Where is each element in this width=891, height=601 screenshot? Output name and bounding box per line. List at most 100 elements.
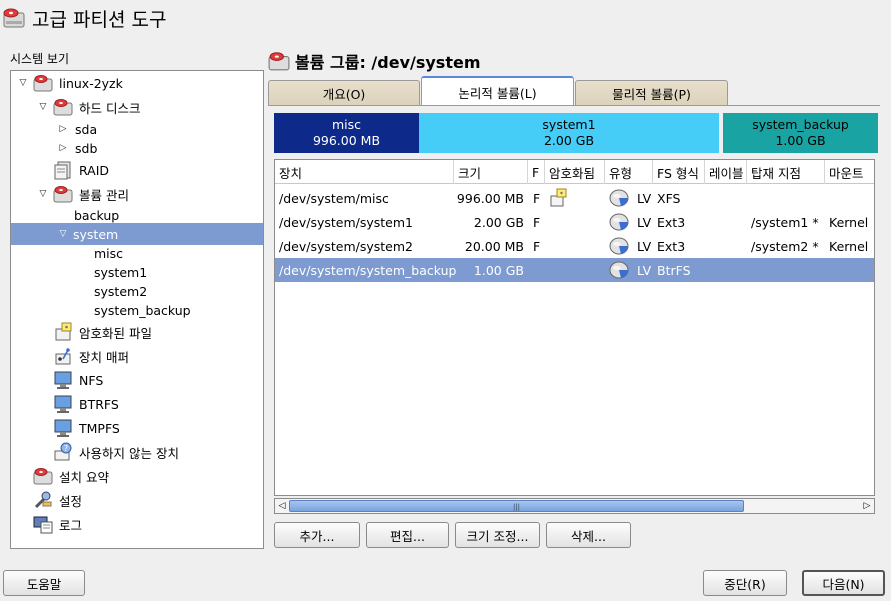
column-header-mount-by[interactable]: 마운트 bbox=[825, 160, 874, 184]
column-header-type[interactable]: 유형 bbox=[605, 160, 653, 184]
expanded-triangle-icon[interactable]: ▽ bbox=[37, 188, 49, 200]
tree-item-label: system2 bbox=[94, 283, 148, 299]
column-header-format[interactable]: F bbox=[528, 160, 545, 184]
cell-size: 1.00 GB bbox=[473, 262, 524, 278]
expanded-triangle-icon[interactable]: ▽ bbox=[37, 101, 49, 113]
tree-item-label: system1 bbox=[94, 264, 148, 280]
column-header-mount-point[interactable]: 탑재 지점 bbox=[747, 160, 825, 184]
table-row[interactable]: /dev/system/misc 996.00 MB F LV XFS bbox=[275, 186, 874, 210]
tree-item-label: 볼륨 관리 bbox=[79, 187, 129, 203]
cell-device: /dev/system/system_backup bbox=[279, 262, 457, 278]
tree-item-label: BTRFS bbox=[79, 396, 119, 412]
volume-segment-misc[interactable]: misc 996.00 MB bbox=[274, 113, 419, 153]
volume-segment-system-backup[interactable]: system_backup 1.00 GB bbox=[723, 113, 878, 153]
volume-segment-system1[interactable]: system1 2.00 GB bbox=[419, 113, 719, 153]
add-button[interactable]: 추가... bbox=[274, 522, 360, 548]
tab-overview[interactable]: 개요(O) bbox=[268, 80, 420, 106]
edit-button[interactable]: 편집... bbox=[366, 522, 449, 548]
scroll-left-icon[interactable]: ◁ bbox=[275, 499, 289, 513]
next-button[interactable]: 다음(N) bbox=[802, 570, 885, 596]
cell-fs-type: Ext3 bbox=[657, 238, 686, 254]
window-title-row: 고급 파티션 도구 bbox=[2, 4, 166, 32]
encrypted-lock-icon bbox=[550, 186, 568, 210]
collapsed-triangle-icon[interactable]: ▷ bbox=[57, 142, 69, 154]
system-view-tree[interactable]: ▽ linux-2yzk ▽ 하드 디스크 ▷ sda ▷ sdb RAID ▽… bbox=[10, 70, 264, 549]
cell-size: 996.00 MB bbox=[456, 190, 524, 206]
network-monitor-icon bbox=[53, 418, 73, 438]
cell-size: 20.00 MB bbox=[464, 238, 524, 254]
abort-button[interactable]: 중단(R) bbox=[703, 570, 787, 596]
expanded-triangle-icon[interactable]: ▽ bbox=[17, 77, 29, 89]
column-header-label[interactable]: 레이블 bbox=[705, 160, 747, 184]
tree-item-label: NFS bbox=[79, 372, 104, 388]
cell-format: F bbox=[533, 238, 541, 254]
collapsed-triangle-icon[interactable]: ▷ bbox=[57, 123, 69, 135]
cell-device: /dev/system/system1 bbox=[279, 214, 413, 230]
tree-item-encrypted-files[interactable]: 암호화된 파일 bbox=[53, 321, 152, 343]
settings-tools-icon bbox=[33, 490, 53, 510]
page-title-row: 볼륨 그룹: /dev/system bbox=[268, 48, 481, 74]
tree-item-label: 장치 매퍼 bbox=[79, 349, 129, 365]
column-header-fs-type[interactable]: FS 형식 bbox=[653, 160, 705, 184]
tree-item-hard-disks[interactable]: ▽ 하드 디스크 bbox=[37, 96, 140, 118]
delete-button[interactable]: 삭제... bbox=[546, 522, 631, 548]
tree-item-raid[interactable]: RAID bbox=[53, 159, 109, 181]
network-monitor-icon bbox=[53, 394, 73, 414]
volume-disk-icon bbox=[609, 210, 629, 234]
tree-item-label: sda bbox=[75, 121, 98, 137]
cell-fs-type: BtrFS bbox=[657, 262, 691, 278]
tree-item-volume-management[interactable]: ▽ 볼륨 관리 bbox=[37, 183, 129, 205]
column-header-device[interactable]: 장치 bbox=[275, 160, 454, 184]
column-header-size[interactable]: 크기 bbox=[454, 160, 528, 184]
cell-format: F bbox=[533, 214, 541, 230]
tree-item-label: 사용하지 않는 장치 bbox=[79, 445, 179, 461]
table-row[interactable]: /dev/system/system2 20.00 MB F LV Ext3 /… bbox=[275, 234, 874, 258]
tab-logical-volumes[interactable]: 논리적 볼륨(L) bbox=[421, 76, 574, 106]
segment-size: 2.00 GB bbox=[543, 133, 595, 148]
tree-item-label: 설치 요약 bbox=[59, 469, 109, 485]
window-title: 고급 파티션 도구 bbox=[32, 8, 167, 31]
resize-button[interactable]: 크기 조정... bbox=[455, 522, 540, 548]
hard-disk-icon bbox=[53, 97, 73, 117]
tree-item-label: backup bbox=[74, 207, 120, 223]
raid-icon bbox=[53, 160, 73, 180]
table-row[interactable]: /dev/system/system1 2.00 GB F LV Ext3 /s… bbox=[275, 210, 874, 234]
tree-item-device-mapper[interactable]: 장치 매퍼 bbox=[53, 345, 129, 367]
cell-mount-point: /system1 * bbox=[751, 214, 819, 230]
scrollbar-thumb[interactable]: ||| bbox=[289, 500, 744, 512]
page-title: 볼륨 그룹: /dev/system bbox=[295, 53, 481, 72]
tree-item-installation-summary[interactable]: 설치 요약 bbox=[33, 465, 109, 487]
tree-item-linux-2yzk[interactable]: ▽ linux-2yzk bbox=[17, 72, 123, 94]
segment-name: system1 bbox=[542, 117, 596, 132]
tree-item-system[interactable]: ▽ system bbox=[11, 223, 263, 245]
horizontal-scrollbar[interactable]: ◁ ||| ▷ bbox=[274, 498, 875, 514]
volume-disk-icon bbox=[609, 258, 629, 282]
tree-item-unused-devices[interactable]: ? 사용하지 않는 장치 bbox=[53, 441, 179, 463]
hard-disk-icon bbox=[2, 7, 26, 29]
grip-icon: ||| bbox=[512, 503, 521, 511]
tree-item-settings[interactable]: 설정 bbox=[33, 489, 82, 511]
scroll-right-icon[interactable]: ▷ bbox=[860, 499, 874, 513]
table-row-selected[interactable]: /dev/system/system_backup 1.00 GB LV Btr… bbox=[275, 258, 874, 282]
computer-disk-icon bbox=[33, 73, 53, 93]
tree-item-label: 설정 bbox=[59, 493, 83, 509]
help-button[interactable]: 도움말 bbox=[3, 570, 85, 596]
tree-item-btrfs[interactable]: BTRFS bbox=[53, 393, 119, 415]
volume-disk-icon bbox=[609, 234, 629, 258]
segment-size: 996.00 MB bbox=[312, 133, 381, 148]
tab-physical-volumes[interactable]: 물리적 볼륨(P) bbox=[575, 80, 728, 106]
column-header-encrypted[interactable]: 암호화됨 bbox=[545, 160, 605, 184]
tree-item-system-backup[interactable]: system_backup bbox=[94, 299, 191, 321]
tree-item-tmpfs[interactable]: TMPFS bbox=[53, 417, 120, 439]
tree-item-nfs[interactable]: NFS bbox=[53, 369, 103, 391]
cell-size: 2.00 GB bbox=[473, 214, 524, 230]
tree-item-sdb[interactable]: ▷ sdb bbox=[57, 137, 98, 159]
tree-item-log[interactable]: 로그 bbox=[33, 513, 82, 535]
system-view-heading: 시스템 보기 bbox=[10, 52, 70, 66]
logical-volumes-table[interactable]: 장치 크기 F 암호화됨 유형 FS 형식 레이블 탑재 지점 마운트 /dev… bbox=[274, 159, 875, 496]
segment-size: 1.00 GB bbox=[775, 133, 826, 148]
tree-item-label: misc bbox=[94, 245, 124, 261]
volume-disk-icon bbox=[609, 186, 629, 210]
expanded-triangle-icon[interactable]: ▽ bbox=[57, 228, 69, 240]
tree-item-label: TMPFS bbox=[79, 420, 120, 436]
